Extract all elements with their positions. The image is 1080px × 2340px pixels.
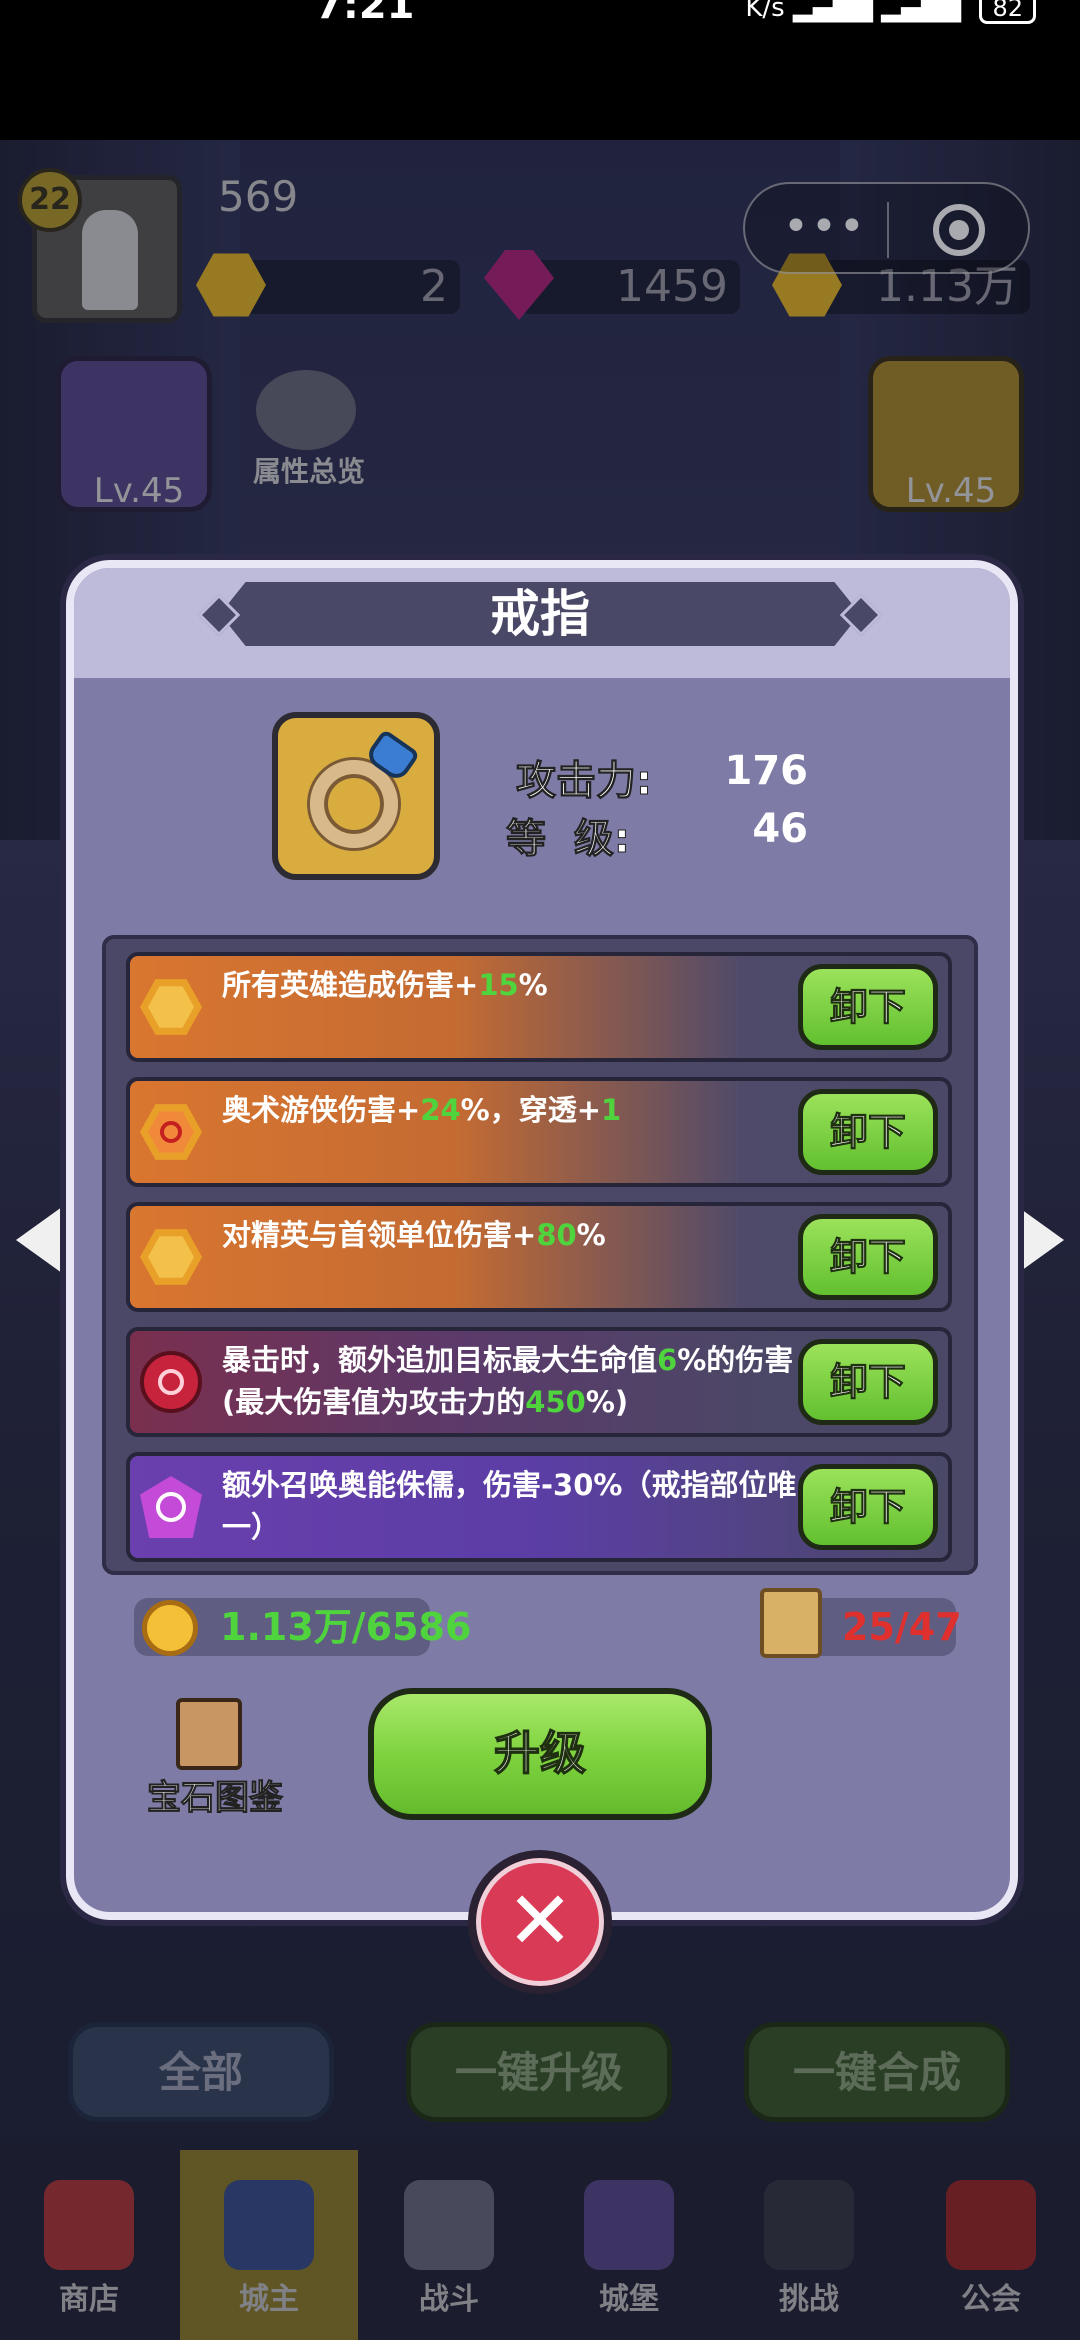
unequip-button-1[interactable]: 卸下 <box>798 964 938 1050</box>
fragment-count: 25/47 <box>842 1605 962 1649</box>
gem-slot-5-text: 额外召唤奥能侏儒，伤害-30%（戒指部位唯一） <box>222 1468 797 1544</box>
upgrade-button[interactable]: 升级 <box>368 1688 712 1820</box>
book-icon[interactable] <box>176 1698 242 1770</box>
ring-fragment-icon <box>760 1588 822 1658</box>
gem-book-label[interactable]: 宝石图鉴 <box>140 1770 290 1819</box>
slot-1-text-b: % <box>518 968 548 1002</box>
upgrade-cost: 1.13万/6586 <box>220 1605 472 1649</box>
purple-gem-icon <box>140 1476 202 1538</box>
gem-slot-2-text: 奥术游侠伤害+24%，穿透+1 <box>222 1089 822 1131</box>
slot-2-value-a: 24 <box>420 1093 461 1127</box>
slot-4-value-a: 6 <box>657 1343 678 1377</box>
status-right: K/s ▂▄▆█ ▂▄▆█ 82 <box>745 0 1036 24</box>
slot-2-text-a: 奥术游侠伤害+ <box>222 1093 421 1127</box>
gem-slot-4-text: 暴击时，额外追加目标最大生命值6%的伤害(最大伤害值为攻击力的450%) <box>222 1339 802 1423</box>
gem-slot-1-text: 所有英雄造成伤害+15% <box>222 964 822 1006</box>
gem-slot-3-text: 对精英与首领单位伤害+80% <box>222 1214 822 1256</box>
coin-icon <box>142 1600 198 1656</box>
level-label: 等 级: <box>506 816 631 863</box>
modal-title: 戒指 <box>490 585 590 643</box>
battery-icon: 82 <box>979 0 1036 24</box>
level-value: 46 <box>752 806 808 852</box>
slot-3-value: 80 <box>536 1218 577 1252</box>
gem-slot-2: 奥术游侠伤害+24%，穿透+1 卸下 <box>126 1077 952 1187</box>
slot-3-text-a: 对精英与首领单位伤害+ <box>222 1218 537 1252</box>
gem-slot-1: 所有英雄造成伤害+15% 卸下 <box>126 952 952 1062</box>
slot-4-value-b: 450 <box>525 1385 586 1419</box>
hex-gold-gem-icon <box>140 1226 202 1288</box>
net-speed: K/s <box>745 0 785 23</box>
close-button[interactable]: ✕ <box>468 1850 612 1994</box>
unequip-button-4[interactable]: 卸下 <box>798 1339 938 1425</box>
slot-4-text-a: 暴击时，额外追加目标最大生命值 <box>222 1343 658 1377</box>
gem-slot-4: 暴击时，额外追加目标最大生命值6%的伤害(最大伤害值为攻击力的450%) 卸下 <box>126 1327 952 1437</box>
status-bar: 7:21 K/s ▂▄▆█ ▂▄▆█ 82 <box>0 0 1080 140</box>
status-time: 7:21 <box>315 0 415 28</box>
hex-gold-gem-icon <box>140 976 202 1038</box>
slot-2-text-b: %，穿透+ <box>460 1093 602 1127</box>
slot-1-value: 15 <box>478 968 519 1002</box>
unequip-button-2[interactable]: 卸下 <box>798 1089 938 1175</box>
gem-slot-3: 对精英与首领单位伤害+80% 卸下 <box>126 1202 952 1312</box>
close-icon: ✕ <box>506 1874 574 1967</box>
red-gem-icon <box>140 1351 202 1413</box>
slot-1-text-a: 所有英雄造成伤害+ <box>222 968 479 1002</box>
slot-2-value-b: 1 <box>601 1093 622 1127</box>
slot-4-text-c: %) <box>585 1385 629 1419</box>
hex-red-swirl-gem-icon <box>140 1101 202 1163</box>
signal-icon: ▂▄▆█ ▂▄▆█ <box>792 0 962 23</box>
unequip-button-5[interactable]: 卸下 <box>798 1464 938 1550</box>
attack-label: 攻击力: <box>516 758 653 805</box>
attack-value: 176 <box>724 748 809 794</box>
gem-slot-5: 额外召唤奥能侏儒，伤害-30%（戒指部位唯一） 卸下 <box>126 1452 952 1562</box>
ring-item-icon <box>272 712 440 880</box>
slot-3-text-b: % <box>576 1218 606 1252</box>
unequip-button-3[interactable]: 卸下 <box>798 1214 938 1300</box>
